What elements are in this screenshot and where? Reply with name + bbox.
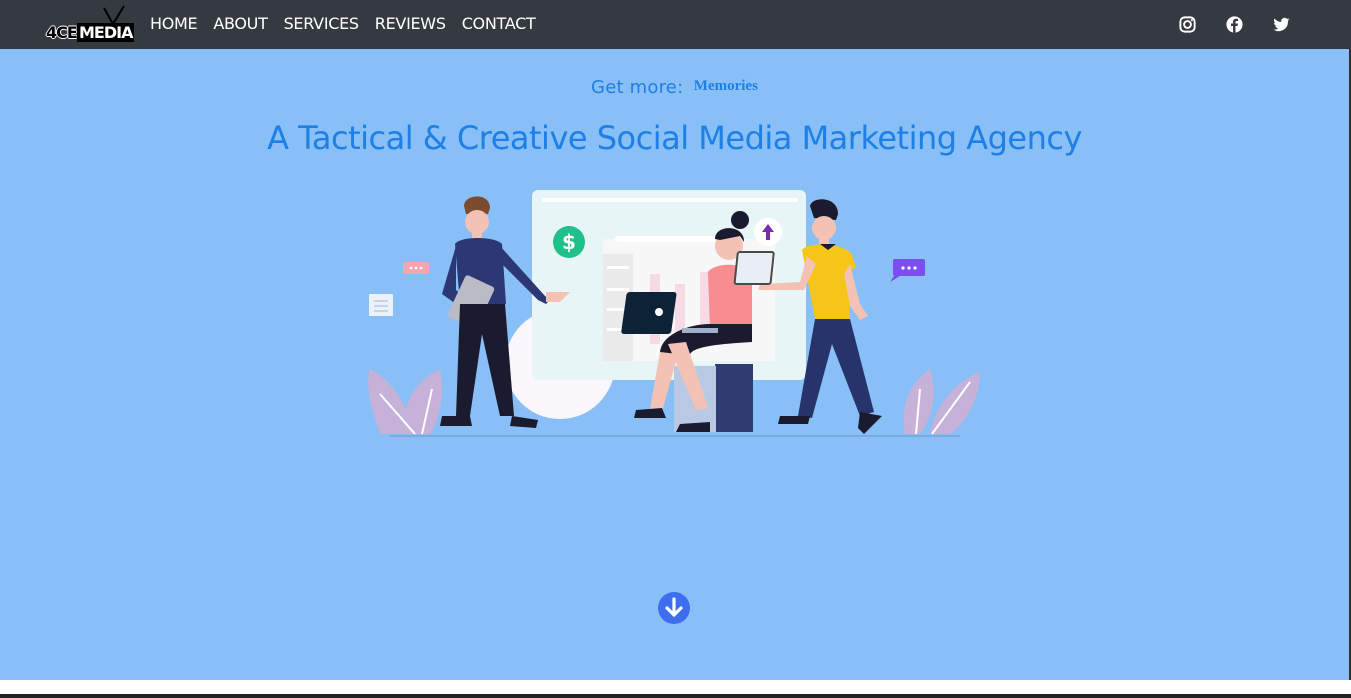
main-nav: HOME ABOUT SERVICES REVIEWS CONTACT [150, 14, 551, 34]
instagram-icon[interactable] [1178, 15, 1197, 34]
nav-home[interactable]: HOME [150, 14, 198, 34]
logo-text-left: 4CE [46, 23, 78, 42]
nav-about[interactable]: ABOUT [213, 14, 268, 34]
facebook-icon[interactable] [1225, 15, 1244, 34]
page-bottom-border [0, 694, 1351, 698]
hero-tagline: Get more: Memories [0, 77, 1349, 98]
tagline-prefix: Get more: [591, 77, 684, 98]
nav-services[interactable]: SERVICES [284, 14, 360, 34]
hero-section: Get more: Memories A Tactical & Creative… [0, 49, 1351, 680]
logo-text-right: MEDIA [77, 23, 135, 42]
hero-headline: A Tactical & Creative Social Media Marke… [267, 119, 1082, 157]
twitter-icon[interactable] [1272, 15, 1291, 34]
tagline-rotating-word: Memories [693, 78, 758, 94]
nav-contact[interactable]: CONTACT [462, 14, 536, 34]
scroll-down-button[interactable] [658, 592, 690, 624]
nav-reviews[interactable]: REVIEWS [375, 14, 446, 34]
team-marketing-illustration: $ [368, 190, 980, 437]
svg-text:$: $ [562, 230, 576, 254]
social-links [1178, 15, 1291, 34]
brand-logo[interactable]: 4CE MEDIA [44, 5, 135, 44]
top-navbar: 4CE MEDIA HOME ABOUT SERVICES REVIEWS CO… [0, 0, 1351, 49]
